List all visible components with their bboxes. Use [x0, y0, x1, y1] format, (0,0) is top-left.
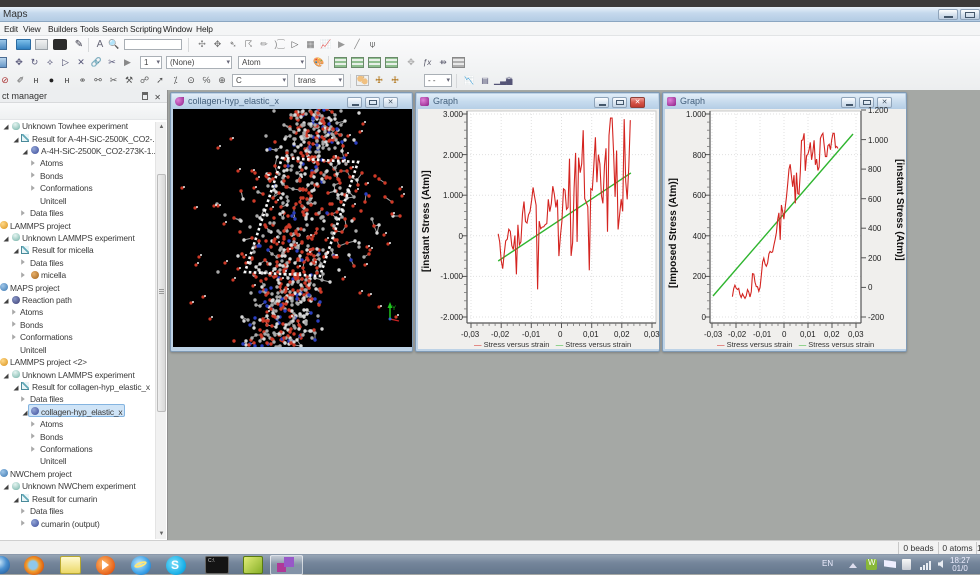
svg-text:Y: Y	[392, 306, 396, 312]
